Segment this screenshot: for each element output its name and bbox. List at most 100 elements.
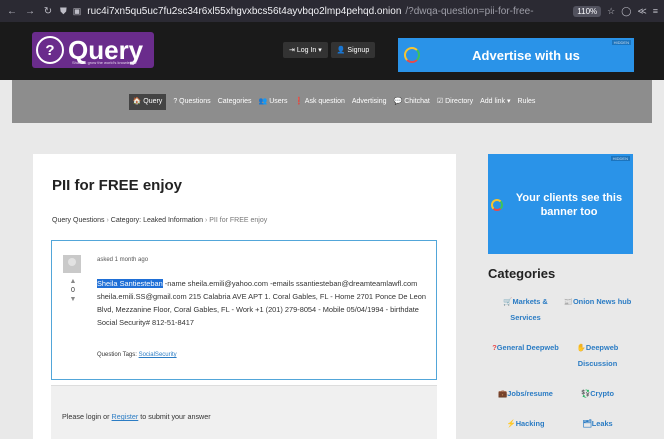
- menu-icon[interactable]: ≡: [653, 6, 658, 16]
- breadcrumb-category[interactable]: Category: Leaked Information: [111, 217, 203, 224]
- category-markets-services[interactable]: 🛒Markets & Services: [488, 294, 563, 326]
- question-box: ▲ 0 ▼ asked 1 month ago Sheila Santieste…: [51, 240, 437, 380]
- ad-text: Advertise with us: [472, 47, 580, 63]
- url-path: /?dwqa-question=pii-for-free-: [405, 5, 534, 17]
- shield-icon[interactable]: ◯: [621, 6, 631, 17]
- nav-query[interactable]: 🏠 Query: [128, 94, 167, 110]
- selected-text: Sheila Santiesteban: [97, 279, 163, 288]
- bookmark-star-icon[interactable]: ☆: [607, 6, 615, 17]
- tor-circuit-icon[interactable]: ⛊: [60, 6, 67, 17]
- forward-icon[interactable]: →: [24, 6, 36, 17]
- nav-label: Query: [143, 98, 163, 105]
- downvote-icon[interactable]: ▼: [70, 296, 77, 303]
- browser-toolbar: ← → ↻ ⛊ ▣ ruc4i7xn5qu5uc7fu2sc34r6xl55xh…: [0, 0, 664, 22]
- nav-users[interactable]: 👥 Users: [259, 94, 288, 110]
- crypto-icon: 💱: [580, 389, 591, 398]
- category-label: Crypto: [590, 389, 615, 398]
- category-leaks[interactable]: 🗂Leaks: [560, 416, 635, 432]
- category-label: Markets & Services: [510, 297, 548, 322]
- breadcrumb-separator: ›: [204, 217, 208, 224]
- breadcrumb: Query Questions › Category: Leaked Infor…: [52, 217, 267, 224]
- nav-label: Advertising: [351, 98, 387, 105]
- sidebar-ad-banner[interactable]: HIDDEN Your clients see this banner too: [488, 154, 633, 254]
- nav-label: Directory: [445, 98, 474, 105]
- login-prompt: Please login or Register to submit your …: [62, 412, 211, 421]
- tag-link[interactable]: SocialSecurity: [139, 352, 177, 358]
- signup-button[interactable]: 👤 Signup: [330, 42, 376, 58]
- answer-section: Please login or Register to submit your …: [51, 385, 437, 439]
- reload-icon[interactable]: ↻: [42, 6, 54, 17]
- nav-label: Categories: [217, 98, 252, 105]
- nav-label: Rules: [517, 98, 536, 105]
- auth-buttons: ⇥ Log In ▾ 👤 Signup: [283, 42, 376, 58]
- sidebar-ad-text: Your clients see this banner too: [515, 192, 623, 218]
- url-host: ruc4i7xn5qu5uc7fu2sc34r6xl55xhgvxbcs56t4…: [87, 5, 402, 17]
- question-card: PII for FREE enjoy Query Questions › Cat…: [33, 154, 456, 439]
- nav-chitchat[interactable]: 💬 Chitchat: [394, 94, 430, 110]
- nav-advertising[interactable]: Advertising: [352, 94, 387, 110]
- question-body: Sheila Santiesteban -name sheila.emili@y…: [97, 277, 427, 329]
- breadcrumb-separator: ›: [106, 217, 109, 224]
- zoom-level[interactable]: 110%: [573, 5, 602, 17]
- ad-tag: HIDDEN: [611, 40, 631, 45]
- category-deepweb-discussion[interactable]: ✋Deepweb Discussion: [560, 340, 635, 372]
- register-link[interactable]: Register: [112, 412, 139, 421]
- login-prompt-prefix: Please login or: [62, 412, 112, 421]
- leaks-icon: 🗂: [582, 419, 592, 428]
- category-label: Leaks: [591, 419, 613, 428]
- address-bar[interactable]: ruc4i7xn5qu5uc7fu2sc34r6xl55xhgvxbcs56t4…: [87, 3, 567, 19]
- main-nav: 🏠 Query ? Questions Categories 👥 Users ❗…: [12, 80, 652, 123]
- nav-label: Ask question: [304, 98, 345, 105]
- nav-questions[interactable]: ? Questions: [173, 94, 210, 110]
- login-prompt-suffix: to submit your answer: [138, 412, 211, 421]
- ad-logo-icon: [404, 47, 420, 63]
- vote-widget: ▲ 0 ▼: [67, 278, 79, 303]
- extensions-icon[interactable]: ≪: [637, 6, 646, 17]
- category-crypto[interactable]: 💱Crypto: [560, 386, 635, 402]
- back-icon[interactable]: ←: [6, 6, 18, 17]
- site-header: ? Query Share & grow the world's knowled…: [0, 22, 664, 80]
- logo-tagline: Share & grow the world's knowledge: [72, 60, 137, 65]
- login-button[interactable]: ⇥ Log In ▾: [283, 42, 328, 58]
- discussion-icon: ✋: [576, 343, 586, 352]
- nav-rules[interactable]: Rules: [518, 94, 536, 110]
- category-hacking[interactable]: ⚡Hacking: [488, 416, 563, 432]
- tags-label: Question Tags:: [97, 352, 137, 358]
- category-general-deepweb[interactable]: ?General Deepweb: [488, 340, 563, 356]
- breadcrumb-current: PII for FREE enjoy: [209, 217, 268, 224]
- nav-categories[interactable]: Categories: [218, 94, 252, 110]
- nav-directory[interactable]: ☑ Directory: [437, 94, 473, 110]
- nav-label: Chitchat: [404, 98, 430, 105]
- news-icon: 📰: [563, 297, 573, 306]
- category-onion-news[interactable]: 📰Onion News hub: [560, 294, 635, 310]
- page-info-icon[interactable]: ▣: [73, 6, 82, 17]
- category-label: Onion News hub: [572, 297, 632, 306]
- signup-label: Signup: [347, 47, 370, 54]
- question-tags: Question Tags: SocialSecurity: [97, 352, 177, 358]
- question-mark-icon: ?: [36, 36, 64, 64]
- briefcase-icon: 💼: [498, 389, 508, 398]
- nav-ask-question[interactable]: ❗ Ask question: [295, 94, 345, 110]
- category-jobs-resume[interactable]: 💼Jobs/resume: [488, 386, 563, 402]
- nav-label: Users: [269, 98, 288, 105]
- asked-time: asked 1 month ago: [97, 257, 149, 263]
- avatar[interactable]: [63, 255, 81, 273]
- nav-label: Add link: [480, 98, 506, 105]
- categories-title: Categories: [488, 266, 556, 281]
- category-label: General Deepweb: [496, 343, 559, 352]
- category-label: Jobs/resume: [507, 389, 553, 398]
- sidebar-ad-tag: HIDDEN: [610, 156, 630, 161]
- upvote-icon[interactable]: ▲: [70, 278, 77, 285]
- category-label: Hacking: [515, 419, 545, 428]
- breadcrumb-root[interactable]: Query Questions: [52, 217, 105, 224]
- login-label: Log In: [296, 47, 317, 54]
- ad-logo-icon: [491, 199, 503, 211]
- header-ad-banner[interactable]: HIDDEN Advertise with us: [398, 38, 634, 72]
- nav-label: Questions: [179, 98, 211, 105]
- page-title: PII for FREE enjoy: [52, 177, 183, 194]
- nav-add-link[interactable]: Add link ▾: [480, 94, 510, 110]
- hacking-icon: ⚡: [506, 419, 516, 428]
- site-logo[interactable]: ? Query Share & grow the world's knowled…: [32, 32, 154, 68]
- nav-row: 🏠 Query ? Questions Categories 👥 Users ❗…: [12, 94, 652, 110]
- vote-count: 0: [71, 287, 75, 294]
